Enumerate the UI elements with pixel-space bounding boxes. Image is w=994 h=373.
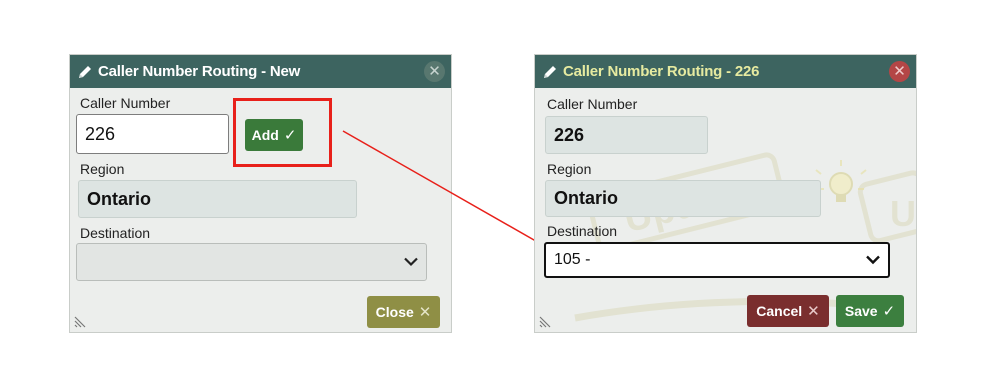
- caller-number-label: Caller Number: [547, 96, 638, 112]
- destination-value: 105 -: [554, 251, 591, 268]
- cancel-button[interactable]: Cancel ✕: [747, 295, 829, 327]
- pencil-icon: [544, 65, 556, 78]
- checkmark-icon: ✓: [882, 303, 896, 320]
- region-field: Ontario: [78, 180, 357, 218]
- caller-number-field: 226: [545, 116, 708, 154]
- save-button[interactable]: Save ✓: [836, 295, 904, 327]
- destination-label: Destination: [80, 225, 151, 241]
- region-field: Ontario: [545, 180, 821, 217]
- dialog-titlebar: Caller Number Routing - 226: [535, 55, 916, 88]
- dialog-title: Caller Number Routing - 226: [563, 63, 760, 80]
- svg-text:U: U: [890, 193, 916, 234]
- chevron-down-icon: [404, 257, 418, 267]
- cross-icon: ✕: [418, 304, 432, 321]
- resize-grip-icon[interactable]: [74, 314, 88, 328]
- add-highlight-box: [233, 98, 332, 167]
- chevron-down-icon: [866, 255, 880, 265]
- cancel-button-label: Cancel: [756, 303, 803, 319]
- dialog-titlebar: Caller Number Routing - New: [70, 55, 451, 88]
- new-routing-dialog: Caller Number Routing - New ✕ Caller Num…: [70, 55, 451, 332]
- destination-select[interactable]: 105 -: [544, 242, 890, 278]
- pencil-icon: [79, 65, 91, 78]
- close-icon[interactable]: ✕: [424, 61, 445, 82]
- region-label: Region: [80, 161, 125, 177]
- dialog-title: Caller Number Routing - New: [98, 63, 301, 80]
- close-button-label: Close: [375, 304, 414, 320]
- destination-select[interactable]: [76, 243, 427, 281]
- destination-label: Destination: [547, 223, 618, 239]
- resize-grip-icon[interactable]: [539, 314, 553, 328]
- cross-icon: ✕: [807, 303, 820, 320]
- caller-number-label: Caller Number: [80, 95, 171, 111]
- close-button[interactable]: Close ✕: [367, 296, 440, 328]
- edit-routing-dialog: Update U Caller Number Routing - 226 ✕ C…: [535, 55, 916, 332]
- region-label: Region: [547, 161, 592, 177]
- caller-number-input[interactable]: 226: [76, 114, 229, 154]
- save-button-label: Save: [844, 303, 878, 319]
- close-icon[interactable]: ✕: [889, 61, 910, 82]
